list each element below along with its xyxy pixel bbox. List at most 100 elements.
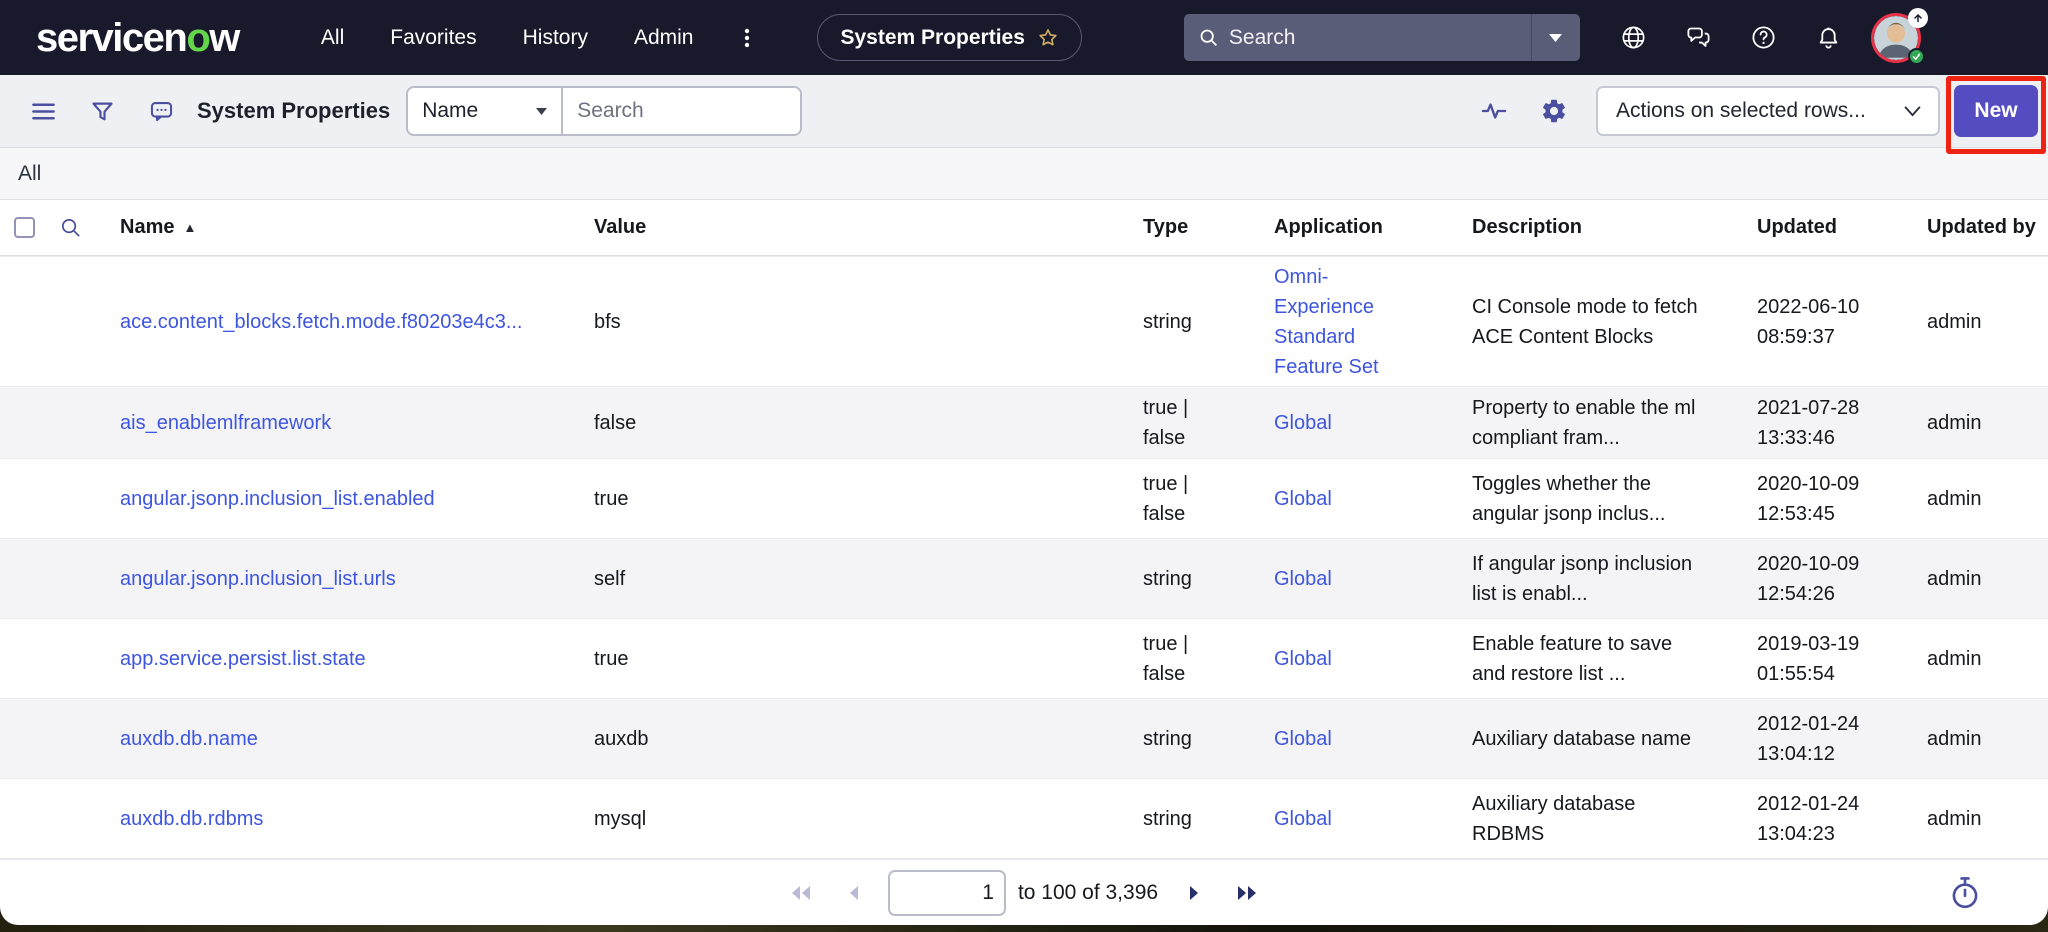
- property-type: string: [1143, 804, 1274, 834]
- column-header-value[interactable]: Value: [594, 216, 1143, 239]
- property-value: auxdb: [594, 724, 1143, 754]
- response-time-stopwatch-icon[interactable]: [1948, 875, 1982, 911]
- property-description: Enable feature to save and restore list …: [1472, 629, 1757, 689]
- property-value: true: [594, 644, 1143, 674]
- table-row[interactable]: angular.jsonp.inclusion_list.enabled tru…: [0, 458, 2048, 538]
- property-value: false: [594, 408, 1143, 438]
- column-header-name[interactable]: Name ▲: [120, 216, 594, 239]
- property-updated: 2012-01-24 13:04:23: [1757, 789, 1927, 849]
- actions-dropdown[interactable]: Actions on selected rows...: [1596, 86, 1940, 136]
- property-name-link[interactable]: ais_enablemlframework: [120, 408, 331, 438]
- property-value: bfs: [594, 307, 1143, 337]
- pagination-range-label: to 100 of 3,396: [1018, 881, 1158, 905]
- status-check-badge-icon: [1908, 48, 1925, 65]
- table-row[interactable]: auxdb.db.rdbms mysql string Global Auxil…: [0, 778, 2048, 858]
- table-row[interactable]: angular.jsonp.inclusion_list.urls self s…: [0, 538, 2048, 618]
- property-name-link[interactable]: auxdb.db.rdbms: [120, 804, 263, 834]
- nav-item-all[interactable]: All: [321, 26, 344, 50]
- select-caret-icon: [536, 108, 547, 115]
- table-row[interactable]: ace.content_blocks.fetch.mode.f80203e4c3…: [0, 256, 2048, 386]
- chat-icon[interactable]: [1685, 24, 1712, 51]
- column-header-type[interactable]: Type: [1143, 216, 1274, 239]
- application-link[interactable]: Global: [1274, 724, 1332, 754]
- property-name-link[interactable]: ace.content_blocks.fetch.mode.f80203e4c3…: [120, 307, 523, 337]
- property-description: If angular jsonp inclusion list is enabl…: [1472, 549, 1757, 609]
- nav-item-history[interactable]: History: [523, 26, 588, 50]
- property-name-link[interactable]: app.service.persist.list.state: [120, 644, 366, 674]
- list-toolbar: System Properties Name Actions on select…: [0, 75, 2048, 148]
- context-pill[interactable]: System Properties: [817, 14, 1081, 61]
- pagination: to 100 of 3,396: [784, 870, 1264, 916]
- column-header-updated-by[interactable]: Updated by: [1927, 216, 2048, 239]
- last-page-icon[interactable]: [1230, 876, 1264, 910]
- activity-pulse-icon[interactable]: [1480, 97, 1508, 125]
- actions-dropdown-value: Actions on selected rows...: [1616, 99, 1866, 123]
- top-nav: servicenow All Favorites History Admin S…: [0, 0, 2048, 75]
- list-search-field: [563, 88, 800, 134]
- property-updated-by: admin: [1927, 408, 2048, 438]
- property-updated-by: admin: [1927, 484, 2048, 514]
- nav-item-admin[interactable]: Admin: [634, 26, 694, 50]
- breadcrumb-row: All: [0, 148, 2048, 200]
- property-value: mysql: [594, 804, 1143, 834]
- first-page-icon[interactable]: [784, 876, 818, 910]
- upload-arrow-badge-icon: [1908, 8, 1928, 28]
- property-value: true: [594, 484, 1143, 514]
- select-all-checkbox[interactable]: [14, 217, 35, 238]
- settings-gear-icon[interactable]: [1540, 97, 1568, 125]
- current-page-input[interactable]: [888, 870, 1006, 916]
- next-page-icon[interactable]: [1178, 876, 1212, 910]
- search-scope-caret-icon[interactable]: [1532, 34, 1580, 42]
- property-type: string: [1143, 307, 1274, 337]
- global-search-input[interactable]: [1229, 26, 1531, 50]
- application-link[interactable]: Global: [1274, 564, 1332, 594]
- user-avatar[interactable]: [1874, 14, 1922, 62]
- column-header-updated[interactable]: Updated: [1757, 216, 1927, 239]
- filter-funnel-icon[interactable]: [89, 98, 116, 125]
- property-updated: 2020-10-09 12:53:45: [1757, 469, 1927, 529]
- nav-icon-group: [1620, 24, 1842, 51]
- property-updated-by: admin: [1927, 804, 2048, 834]
- primary-nav: All Favorites History Admin: [321, 26, 694, 50]
- list-menu-hamburger-icon[interactable]: [30, 98, 57, 125]
- column-search-icon[interactable]: [59, 216, 82, 239]
- breadcrumb-all[interactable]: All: [18, 162, 41, 186]
- property-name-link[interactable]: angular.jsonp.inclusion_list.urls: [120, 564, 396, 594]
- overflow-menu-icon[interactable]: [735, 26, 759, 50]
- notifications-bell-icon[interactable]: [1815, 24, 1842, 51]
- property-type: true | false: [1143, 629, 1274, 689]
- table-row[interactable]: app.service.persist.list.state true true…: [0, 618, 2048, 698]
- table-row[interactable]: ais_enablemlframework false true | false…: [0, 386, 2048, 458]
- property-updated-by: admin: [1927, 644, 2048, 674]
- comments-icon[interactable]: [148, 98, 175, 125]
- application-link[interactable]: Global: [1274, 484, 1332, 514]
- table-header-row: Name ▲ Value Type Application Descriptio…: [0, 200, 2048, 256]
- globe-icon[interactable]: [1620, 24, 1647, 51]
- help-icon[interactable]: [1750, 24, 1777, 51]
- servicenow-logo[interactable]: servicenow: [36, 18, 239, 58]
- global-search: [1184, 14, 1580, 61]
- application-link[interactable]: Omni-Experience Standard Feature Set: [1274, 262, 1396, 382]
- property-updated: 2019-03-19 01:55:54: [1757, 629, 1927, 689]
- application-link[interactable]: Global: [1274, 408, 1332, 438]
- column-header-description[interactable]: Description: [1472, 216, 1757, 239]
- header-gutter: [0, 216, 120, 239]
- new-button[interactable]: New: [1954, 85, 2038, 137]
- property-name-link[interactable]: angular.jsonp.inclusion_list.enabled: [120, 484, 435, 514]
- search-field-select[interactable]: Name: [408, 88, 563, 134]
- previous-page-icon[interactable]: [836, 876, 870, 910]
- property-updated: 2020-10-09 12:54:26: [1757, 549, 1927, 609]
- list-footer: to 100 of 3,396: [0, 858, 2048, 925]
- table-body: ace.content_blocks.fetch.mode.f80203e4c3…: [0, 256, 2048, 858]
- context-pill-label: System Properties: [840, 26, 1024, 50]
- column-header-application[interactable]: Application: [1274, 216, 1472, 239]
- property-name-link[interactable]: auxdb.db.name: [120, 724, 258, 754]
- property-description: Toggles whether the angular jsonp inclus…: [1472, 469, 1757, 529]
- application-link[interactable]: Global: [1274, 644, 1332, 674]
- nav-item-favorites[interactable]: Favorites: [390, 26, 476, 50]
- favorite-star-icon[interactable]: [1037, 27, 1059, 49]
- property-type: string: [1143, 724, 1274, 754]
- table-row[interactable]: auxdb.db.name auxdb string Global Auxili…: [0, 698, 2048, 778]
- list-search-input[interactable]: [563, 88, 800, 134]
- application-link[interactable]: Global: [1274, 804, 1332, 834]
